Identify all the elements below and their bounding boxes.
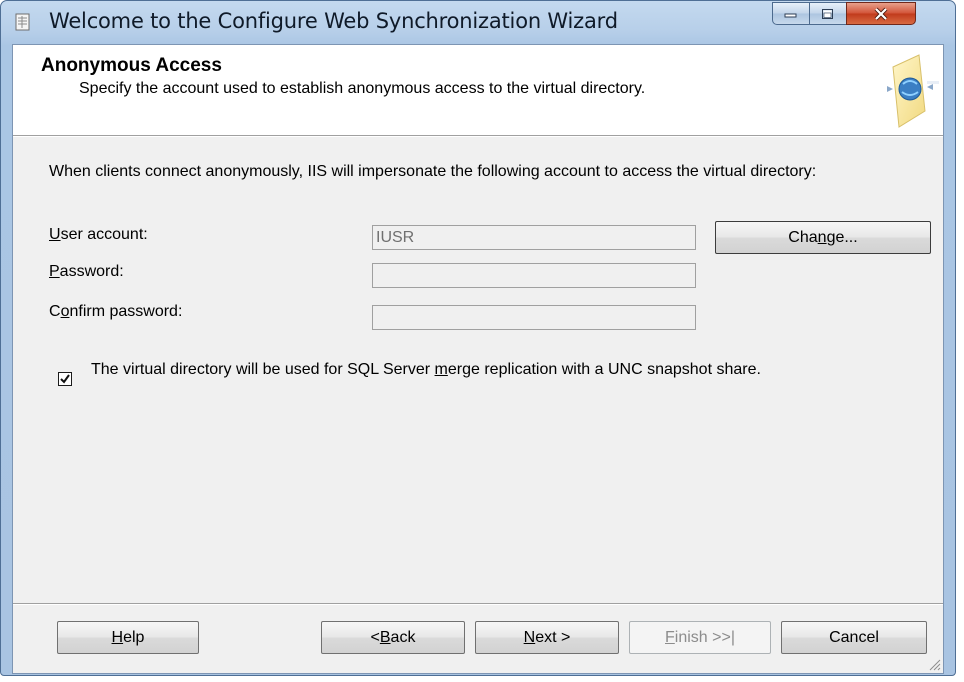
close-button[interactable] — [846, 2, 916, 25]
window-title: Welcome to the Configure Web Synchroniza… — [49, 9, 618, 33]
back-button[interactable]: < Back — [321, 621, 465, 654]
maximize-button[interactable] — [809, 2, 847, 25]
minimize-icon — [784, 13, 797, 17]
wizard-window: Welcome to the Configure Web Synchroniza… — [0, 0, 956, 676]
confirm-password-field[interactable] — [372, 305, 696, 330]
resize-grip-icon[interactable] — [927, 657, 941, 671]
web-sync-icon — [887, 54, 939, 128]
wizard-header: Anonymous Access Specify the account use… — [13, 45, 943, 136]
password-field[interactable] — [372, 263, 696, 288]
cancel-button[interactable]: Cancel — [781, 621, 927, 654]
merge-replication-checkbox[interactable] — [58, 372, 72, 386]
close-icon — [874, 7, 888, 20]
minimize-button[interactable] — [772, 2, 810, 25]
finish-button[interactable]: Finish >>| — [629, 621, 771, 654]
wizard-client-area: Anonymous Access Specify the account use… — [12, 44, 944, 674]
user-account-field[interactable]: IUSR — [372, 225, 696, 250]
help-button[interactable]: Help — [57, 621, 199, 654]
next-button[interactable]: Next > — [475, 621, 619, 654]
user-account-label: User account: — [49, 226, 148, 243]
intro-text: When clients connect anonymously, IIS wi… — [49, 163, 817, 180]
change-account-button[interactable]: Cha n ge... — [715, 221, 931, 254]
page-description: Specify the account used to establish an… — [79, 80, 646, 97]
password-label: Password: — [49, 263, 124, 280]
checkmark-icon — [60, 374, 70, 384]
confirm-password-label: Confirm password: — [49, 303, 183, 320]
app-icon — [15, 13, 30, 31]
merge-replication-label[interactable]: The virtual directory will be used for S… — [91, 361, 881, 379]
page-title: Anonymous Access — [41, 55, 222, 76]
maximize-icon — [822, 8, 833, 19]
title-bar[interactable]: Welcome to the Configure Web Synchroniza… — [1, 1, 955, 45]
